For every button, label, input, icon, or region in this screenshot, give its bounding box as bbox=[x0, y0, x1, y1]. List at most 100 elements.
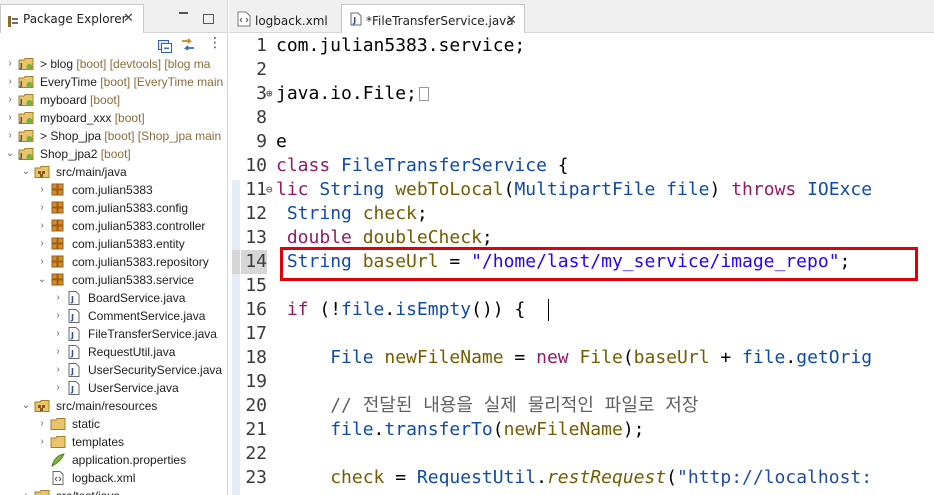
tree-item[interactable]: › J CommentService.java bbox=[0, 307, 227, 325]
tree-item[interactable]: › static bbox=[0, 415, 227, 433]
chevron-down-icon[interactable]: ⌄ bbox=[21, 163, 31, 181]
code-line[interactable]: 15 bbox=[229, 274, 934, 298]
close-icon[interactable]: ✕ bbox=[123, 11, 134, 26]
chevron-right-icon[interactable]: › bbox=[53, 325, 63, 343]
code-line[interactable]: 12 String check; bbox=[229, 202, 934, 226]
code-line[interactable]: 22 bbox=[229, 442, 934, 466]
chevron-right-icon[interactable]: › bbox=[37, 415, 47, 433]
chevron-right-icon[interactable]: › bbox=[53, 361, 63, 379]
fold-toggle-icon[interactable]: ⊖ bbox=[266, 178, 273, 202]
line-number: 21 bbox=[245, 419, 267, 440]
chevron-right-icon[interactable]: › bbox=[5, 109, 15, 127]
chevron-down-icon[interactable]: ⌄ bbox=[5, 145, 15, 163]
chevron-down-icon[interactable]: ⌄ bbox=[37, 271, 47, 289]
chevron-right-icon[interactable]: › bbox=[53, 307, 63, 325]
tree-item[interactable]: › J UserSecurityService.java bbox=[0, 361, 227, 379]
tree-item-name: application.properties bbox=[72, 453, 187, 467]
tree-item[interactable]: › com.julian5383.config bbox=[0, 199, 227, 217]
tree-item[interactable]: › J EveryTime [boot] [EveryTime main bbox=[0, 73, 227, 91]
tree-item[interactable]: › J > blog [boot] [devtools] [blog ma bbox=[0, 55, 227, 73]
chevron-right-icon[interactable]: › bbox=[21, 487, 31, 495]
srcfolder-icon bbox=[34, 399, 50, 413]
line-number: 1 bbox=[256, 35, 267, 56]
dirty-prefix: > bbox=[40, 57, 51, 71]
tree-item[interactable]: › J RequestUtil.java bbox=[0, 343, 227, 361]
code-line[interactable]: 14 String baseUrl = "/home/last/my_servi… bbox=[229, 250, 934, 274]
chevron-right-icon[interactable]: › bbox=[53, 343, 63, 361]
tree-item-name: com.julian5383.entity bbox=[72, 237, 185, 251]
tree-item[interactable]: › J > Shop_jpa [boot] [Shop_jpa main bbox=[0, 127, 227, 145]
code-line[interactable]: 10 class FileTransferService { bbox=[229, 154, 934, 178]
code-line[interactable]: 23 check = RequestUtil.restRequest("http… bbox=[229, 466, 934, 490]
code-editor[interactable]: 1 com.julian5383.service; 2 3 ⊕ java.io.File;… bbox=[229, 33, 934, 495]
chevron-right-icon[interactable]: › bbox=[37, 433, 47, 451]
chevron-right-icon[interactable]: › bbox=[5, 73, 15, 91]
close-icon[interactable]: ✕ bbox=[506, 13, 517, 28]
package-explorer-tab[interactable]: Package Explorer ✕ bbox=[0, 4, 144, 33]
tree-item[interactable]: › com.julian5383.entity bbox=[0, 235, 227, 253]
tree-item-name: Shop_jpa bbox=[50, 129, 102, 143]
java-file-icon: J bbox=[350, 12, 362, 29]
code-token: MultipartFile bbox=[514, 179, 656, 200]
project-icon: J bbox=[18, 75, 34, 89]
view-menu-icon[interactable]: ⋮ bbox=[208, 36, 222, 50]
chevron-right-icon[interactable]: › bbox=[5, 127, 15, 145]
link-with-editor-icon[interactable] bbox=[180, 37, 196, 56]
chevron-right-icon[interactable]: › bbox=[37, 181, 47, 199]
code-text: double doubleCheck; bbox=[276, 226, 493, 250]
fold-toggle-icon[interactable]: ⊕ bbox=[266, 82, 273, 106]
code-line[interactable]: 2 bbox=[229, 58, 934, 82]
chevron-right-icon[interactable]: › bbox=[5, 91, 15, 109]
code-token: e bbox=[276, 131, 287, 152]
code-line[interactable]: 21 file.transferTo(newFileName); bbox=[229, 418, 934, 442]
tree-item[interactable]: › com.julian5383 bbox=[0, 181, 227, 199]
tree-item[interactable]: › com.julian5383.repository bbox=[0, 253, 227, 271]
chevron-right-icon[interactable]: › bbox=[37, 253, 47, 271]
maximize-icon[interactable] bbox=[203, 14, 214, 24]
tree-item[interactable]: application.properties bbox=[0, 451, 227, 469]
minimize-icon[interactable] bbox=[179, 12, 188, 14]
code-line[interactable]: 8 bbox=[229, 106, 934, 130]
code-token: = bbox=[384, 467, 417, 488]
tree-item[interactable]: › J BoardService.java bbox=[0, 289, 227, 307]
code-line[interactable]: 19 bbox=[229, 370, 934, 394]
tree-item[interactable]: › Jmyboard [boot] bbox=[0, 91, 227, 109]
code-line[interactable]: 3 ⊕ java.io.File; bbox=[229, 82, 934, 106]
tree-item[interactable]: › src/test/java bbox=[0, 487, 227, 495]
code-line[interactable]: 18 File newFileName = new File(baseUrl +… bbox=[229, 346, 934, 370]
chevron-right-icon[interactable]: › bbox=[53, 379, 63, 397]
chevron-right-icon[interactable]: › bbox=[37, 235, 47, 253]
code-line[interactable]: 11 ⊖ lic String webToLocal(MultipartFile f… bbox=[229, 178, 934, 202]
code-token: ); bbox=[622, 419, 645, 440]
tree-item[interactable]: ⌄ src/main/resources bbox=[0, 397, 227, 415]
chevron-right-icon[interactable]: › bbox=[53, 289, 63, 307]
folder-icon bbox=[50, 417, 66, 431]
tree-item[interactable]: › J UserService.java bbox=[0, 379, 227, 397]
code-line[interactable]: 17 bbox=[229, 322, 934, 346]
chevron-down-icon[interactable]: ⌄ bbox=[21, 397, 31, 415]
tree-item[interactable]: › J FileTransferService.java bbox=[0, 325, 227, 343]
project-icon: J bbox=[18, 111, 34, 125]
tree-item[interactable]: › templates bbox=[0, 433, 227, 451]
tree-item[interactable]: › com.julian5383.controller bbox=[0, 217, 227, 235]
chevron-right-icon[interactable]: › bbox=[37, 217, 47, 235]
editor-tab-logback[interactable]: logback.xml bbox=[233, 6, 343, 33]
code-line[interactable]: 9e bbox=[229, 130, 934, 154]
folded-import-marker[interactable] bbox=[418, 87, 429, 101]
editor-tab-filetransferservice[interactable]: J *FileTransferService.java ✕ bbox=[341, 4, 525, 33]
tree-item[interactable]: logback.xml bbox=[0, 469, 227, 487]
tree-item[interactable]: ⌄ com.julian5383.service bbox=[0, 271, 227, 289]
code-line[interactable]: 16 if (!file.isEmpty()) { bbox=[229, 298, 934, 322]
chevron-right-icon[interactable]: › bbox=[5, 55, 15, 73]
package-icon bbox=[50, 255, 66, 269]
code-token: ; bbox=[481, 227, 493, 248]
tree-item[interactable]: ⌄ J Shop_jpa2 [boot] bbox=[0, 145, 227, 163]
code-line[interactable]: 13 double doubleCheck; bbox=[229, 226, 934, 250]
code-line[interactable]: 20 // 전달된 내용을 실제 물리적인 파일로 저장 bbox=[229, 394, 934, 418]
chevron-right-icon[interactable]: › bbox=[37, 199, 47, 217]
code-line[interactable]: 1 com.julian5383.service; bbox=[229, 34, 934, 58]
tree-item[interactable]: ⌄ src/main/java bbox=[0, 163, 227, 181]
tree-item[interactable]: › Jmyboard_xxx [boot] bbox=[0, 109, 227, 127]
